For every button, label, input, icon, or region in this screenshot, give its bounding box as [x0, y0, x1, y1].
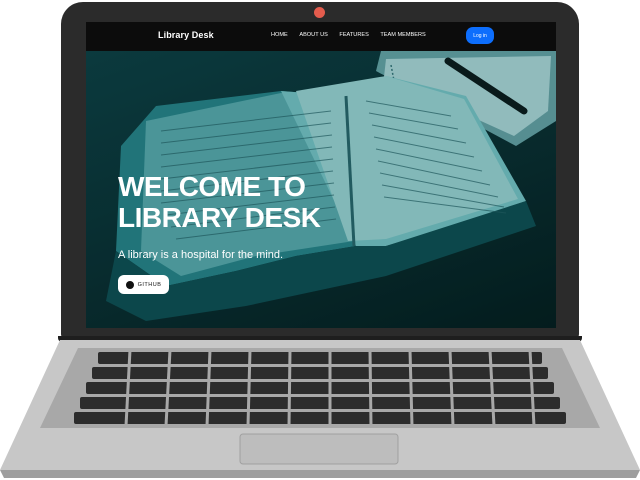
github-button-label: GITHUB	[137, 281, 162, 288]
screen: Library Desk HOME ABOUT US FEATURES TEAM…	[86, 22, 556, 328]
trackpad	[239, 433, 399, 465]
camera-icon	[314, 7, 325, 18]
github-icon	[125, 280, 134, 289]
navbar: Library Desk HOME ABOUT US FEATURES TEAM…	[86, 22, 556, 51]
nav-link-team-members[interactable]: TEAM MEMBERS	[380, 32, 425, 38]
nav-link-about-us[interactable]: ABOUT US	[299, 32, 328, 38]
hero-headline-line-1: WELCOME TO	[118, 171, 306, 202]
nav-link-home[interactable]: HOME	[271, 32, 288, 38]
brand-logo[interactable]: Library Desk	[158, 30, 214, 40]
hero-tagline: A library is a hospital for the mind.	[118, 249, 284, 261]
github-button[interactable]: GITHUB	[118, 275, 169, 294]
nav-links: HOME ABOUT US FEATURES TEAM MEMBERS	[271, 32, 436, 38]
nav-link-features[interactable]: FEATURES	[339, 32, 368, 38]
hero-headline: WELCOME TO LIBRARY DESK	[118, 171, 358, 233]
laptop-base	[0, 340, 640, 478]
login-button[interactable]: Log in	[466, 27, 494, 44]
hero-section: WELCOME TO LIBRARY DESK A library is a h…	[86, 51, 556, 328]
hero-headline-line-2: LIBRARY DESK	[118, 202, 321, 233]
